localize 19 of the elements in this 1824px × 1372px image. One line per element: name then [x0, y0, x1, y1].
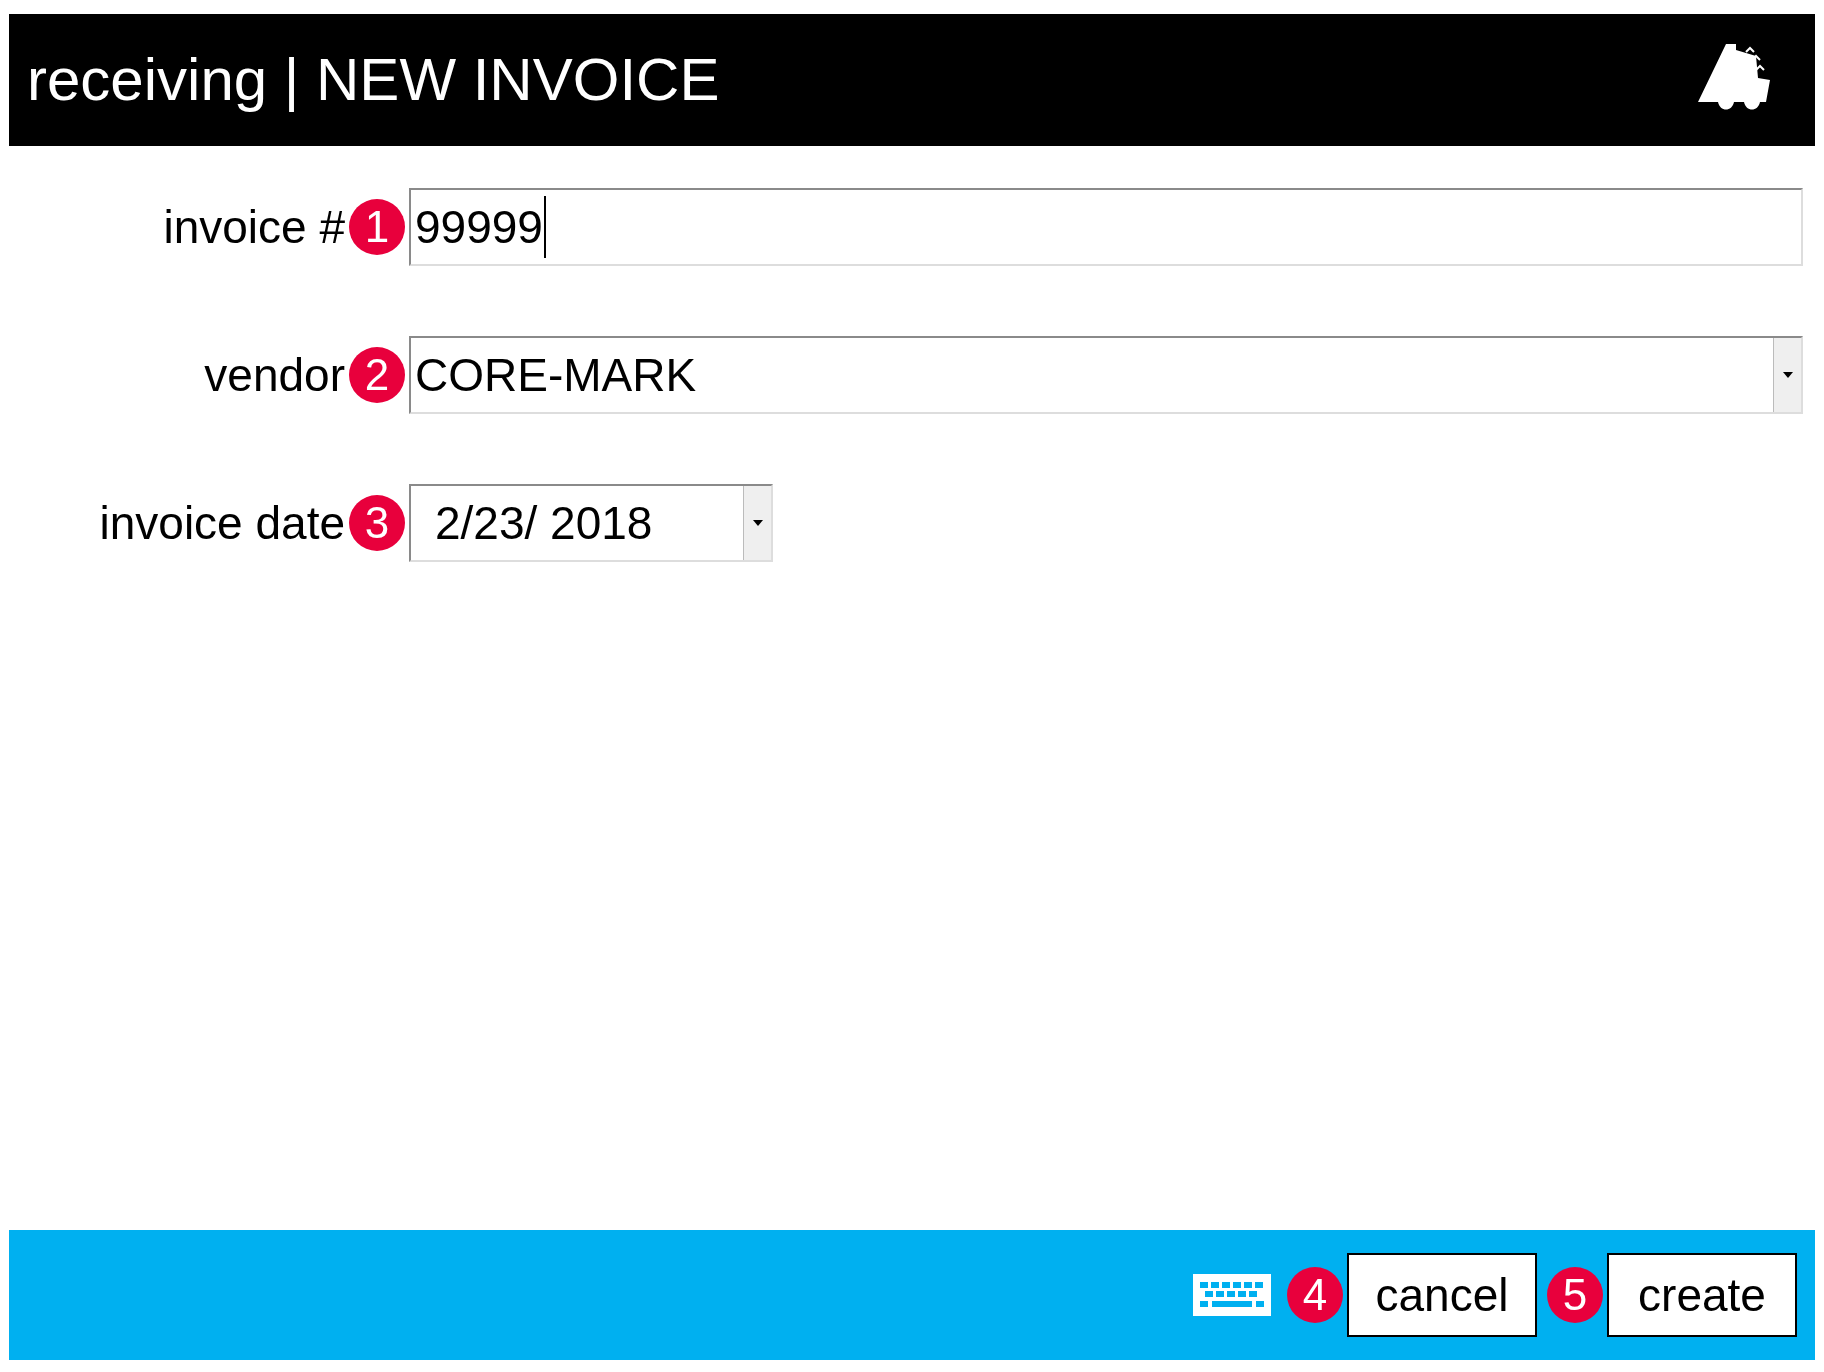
number-badge: 5 — [1547, 1267, 1603, 1323]
date-picker[interactable]: 2/23/ 2018 — [409, 484, 773, 562]
field-label: vendor — [204, 352, 345, 398]
dropdown-arrow-button[interactable] — [743, 486, 771, 560]
field-label: invoice date — [99, 500, 345, 546]
number-badge: 4 — [1287, 1267, 1343, 1323]
caret-down-icon — [752, 520, 763, 526]
number-badge: 2 — [349, 347, 405, 403]
keyboard-icon[interactable] — [1193, 1274, 1271, 1316]
footer-button[interactable]: cancel — [1347, 1253, 1537, 1337]
number-badge: 3 — [349, 495, 405, 551]
number-badge: 1 — [349, 199, 405, 255]
footer-button[interactable]: create — [1607, 1253, 1797, 1337]
invoice-number-field[interactable]: 99999 — [409, 188, 1803, 266]
vendor-dropdown[interactable]: CORE-MARK — [409, 336, 1803, 414]
caret-down-icon — [1782, 372, 1793, 378]
window-title: receiving | NEW INVOICE — [27, 50, 720, 110]
field-label: invoice # — [163, 204, 345, 250]
dropdown-arrow-button[interactable] — [1773, 338, 1801, 412]
